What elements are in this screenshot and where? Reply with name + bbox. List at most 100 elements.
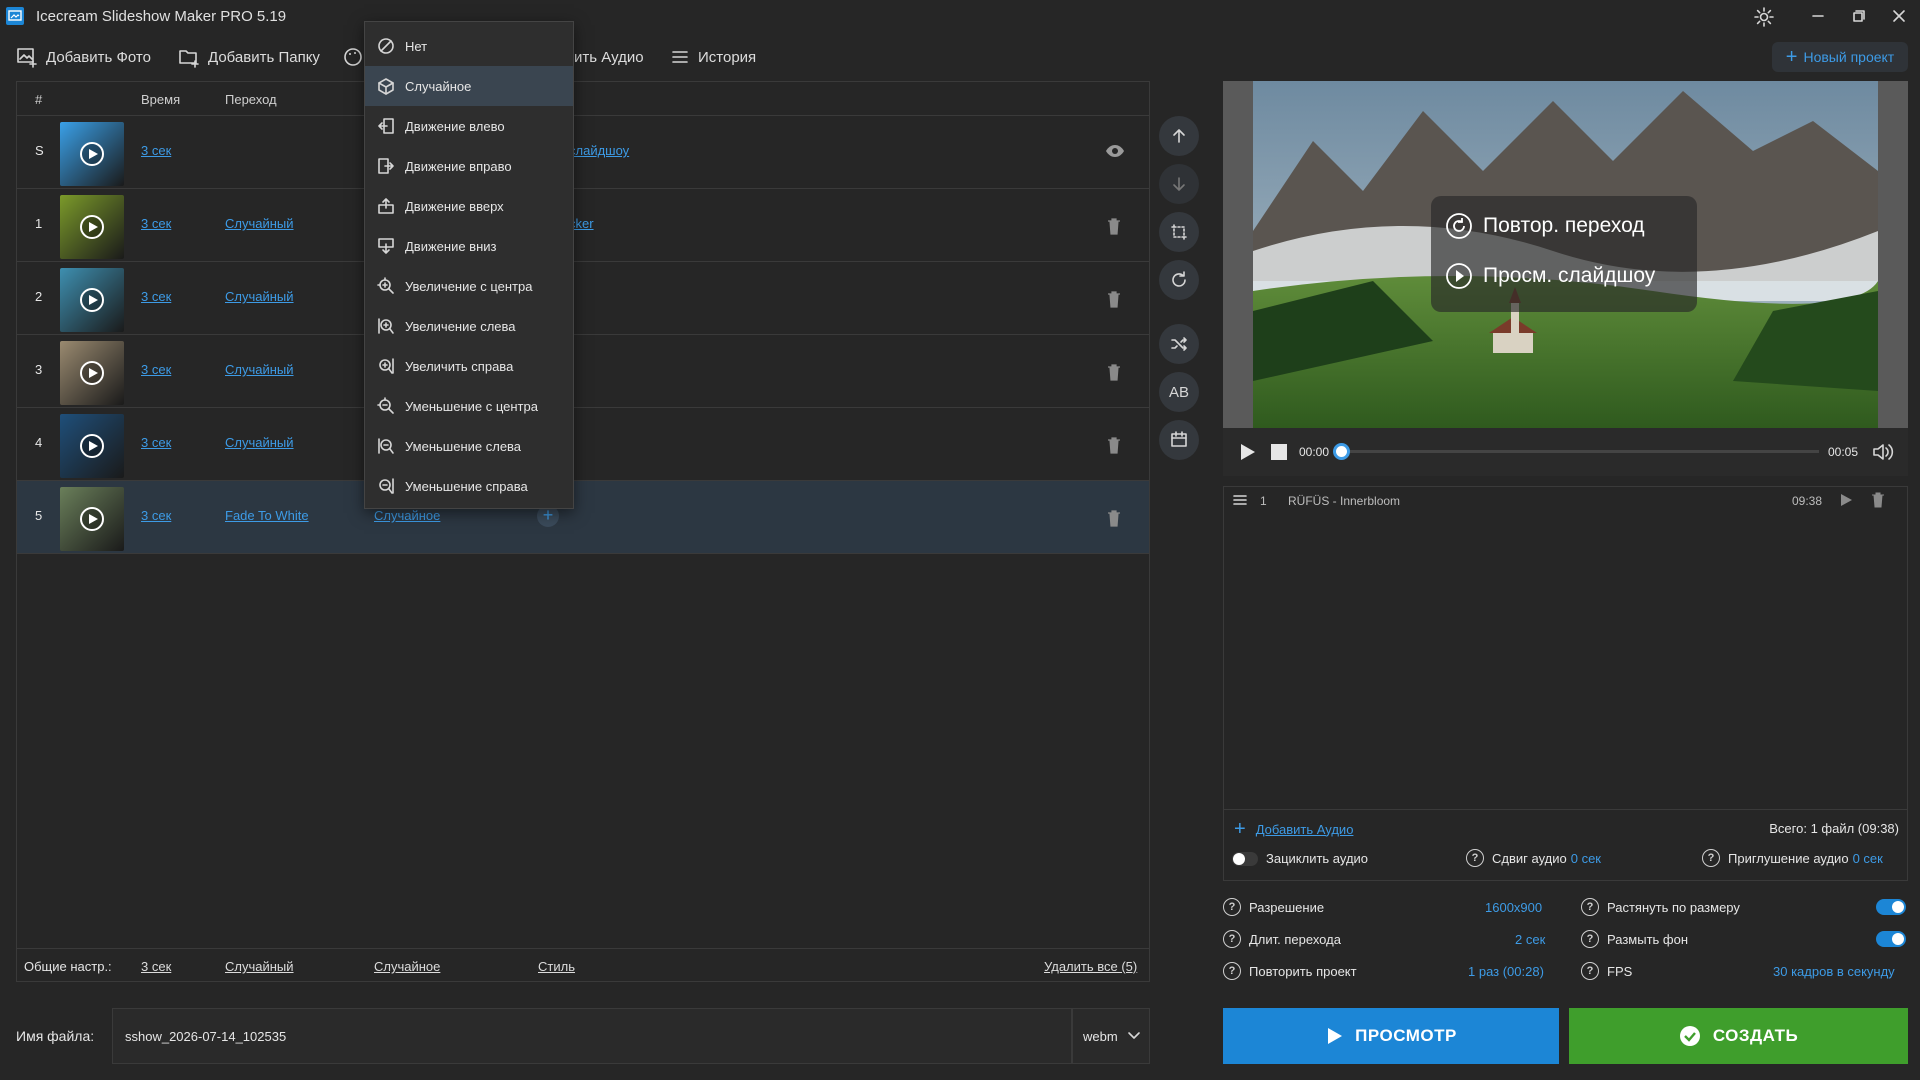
eye-icon[interactable] (1105, 143, 1125, 159)
row-transition-link[interactable]: Случайный (225, 289, 294, 304)
row-effect-link[interactable]: Случайное (374, 508, 440, 523)
audio-track-row[interactable]: 1 RÜFÜS - Innerbloom 09:38 (1224, 487, 1907, 513)
blur-background-toggle[interactable] (1876, 931, 1906, 947)
row-transition-link[interactable]: Случайный (225, 362, 294, 377)
volume-icon[interactable] (1871, 440, 1895, 464)
help-icon[interactable]: ? (1223, 962, 1241, 980)
shuffle-button[interactable] (1159, 324, 1199, 364)
table-row[interactable]: S 3 сек слайдшоу (17, 116, 1149, 189)
slide-thumbnail[interactable] (60, 487, 124, 551)
help-icon[interactable]: ? (1466, 849, 1484, 867)
move-down-button[interactable] (1159, 164, 1199, 204)
add-folder-button[interactable]: Добавить Папку (178, 46, 320, 68)
trash-icon[interactable] (1105, 216, 1123, 236)
row-time-link[interactable]: 3 сек (141, 362, 171, 377)
help-icon[interactable]: ? (1581, 930, 1599, 948)
minimize-icon[interactable] (1810, 8, 1826, 24)
drag-handle-icon[interactable] (1232, 493, 1248, 507)
general-effect-link[interactable]: Случайное (374, 959, 440, 974)
repeat-transition-button[interactable]: Повтор. переход (1445, 212, 1645, 240)
row-time-link[interactable]: 3 сек (141, 508, 171, 523)
play-button[interactable] (1237, 442, 1257, 462)
delete-all-link[interactable]: Удалить все (5) (1044, 959, 1137, 974)
row-time-link[interactable]: 3 сек (141, 289, 171, 304)
row-time-link[interactable]: 3 сек (141, 143, 171, 158)
text-ab-button[interactable]: AB (1159, 372, 1199, 412)
table-row[interactable]: 4 3 сек Случайный (17, 408, 1149, 481)
slide-thumbnail[interactable] (60, 414, 124, 478)
trash-icon[interactable] (1105, 289, 1123, 309)
view-slideshow-button[interactable]: Просм. слайдшоу (1445, 262, 1655, 290)
table-row[interactable]: 3 3 сек Случайный (17, 335, 1149, 408)
rotate-button[interactable] (1159, 260, 1199, 300)
settings-gear-icon[interactable] (1753, 6, 1775, 28)
stretch-toggle[interactable] (1876, 899, 1906, 915)
table-row[interactable]: 53 сек Fade To White Случайное + (17, 481, 1149, 554)
format-select[interactable]: webm (1072, 1008, 1150, 1064)
play-track-icon[interactable] (1838, 492, 1854, 508)
repeat-project-value[interactable]: 1 раз (00:28) (1468, 964, 1544, 979)
transition-duration-value[interactable]: 2 сек (1515, 932, 1545, 947)
seek-thumb[interactable] (1333, 443, 1350, 460)
help-icon[interactable]: ? (1581, 898, 1599, 916)
general-time-link[interactable]: 3 сек (141, 959, 171, 974)
add-audio-button[interactable]: ить Аудио (574, 46, 644, 68)
seek-track[interactable] (1333, 443, 1819, 460)
restore-icon[interactable] (1851, 8, 1867, 24)
trash-icon[interactable] (1105, 362, 1123, 382)
add-audio-link[interactable]: + Добавить Аудио (1234, 819, 1353, 839)
table-row[interactable]: 13 сек Случайный cker (17, 189, 1149, 262)
trash-icon[interactable] (1105, 435, 1123, 455)
dropdown-item[interactable]: Движение влево (365, 106, 573, 146)
trash-icon[interactable] (1105, 508, 1123, 528)
row-time-link[interactable]: 3 сек (141, 435, 171, 450)
slide-thumbnail[interactable] (60, 122, 124, 186)
dropdown-item[interactable]: Движение вниз (365, 226, 573, 266)
move-up-button[interactable] (1159, 116, 1199, 156)
dropdown-item[interactable]: Нет (365, 26, 573, 66)
fps-value[interactable]: 30 кадров в секунду (1773, 964, 1895, 979)
dropdown-item[interactable]: Увеличить справа (365, 346, 573, 386)
play-circle-icon[interactable] (80, 507, 104, 531)
dropdown-item[interactable]: Движение вправо (365, 146, 573, 186)
row-transition-link[interactable]: Fade To White (225, 508, 309, 523)
table-row[interactable]: 2 3 сек Случайный (17, 262, 1149, 335)
play-circle-icon[interactable] (80, 434, 104, 458)
dropdown-item[interactable]: Увеличение с центра (365, 266, 573, 306)
resolution-value[interactable]: 1600x900 (1485, 900, 1542, 915)
loop-audio-toggle[interactable] (1232, 851, 1258, 866)
dropdown-item[interactable]: Уменьшение слева (365, 426, 573, 466)
calendar-button[interactable] (1159, 420, 1199, 460)
play-circle-icon[interactable] (80, 142, 104, 166)
row-time-link[interactable]: 3 сек (141, 216, 171, 231)
help-icon[interactable]: ? (1581, 962, 1599, 980)
audio-shift-value[interactable]: 0 сек (1571, 851, 1601, 866)
dropdown-item[interactable]: Движение вверх (365, 186, 573, 226)
history-button[interactable]: История (670, 46, 756, 68)
trash-icon[interactable] (1870, 491, 1886, 509)
close-icon[interactable] (1891, 8, 1907, 24)
help-icon[interactable]: ? (1223, 898, 1241, 916)
add-photo-button[interactable]: Добавить Фото (16, 46, 151, 68)
row-transition-link[interactable]: Случайный (225, 435, 294, 450)
style-palette-button[interactable] (342, 46, 364, 68)
crop-button[interactable] (1159, 212, 1199, 252)
new-project-button[interactable]: + Новый проект (1772, 42, 1908, 72)
preview-button[interactable]: ПРОСМОТР (1223, 1008, 1559, 1064)
general-transition-link[interactable]: Случайный (225, 959, 294, 974)
dropdown-item[interactable]: Случайное (365, 66, 573, 106)
play-circle-icon[interactable] (80, 361, 104, 385)
slide-thumbnail[interactable] (60, 268, 124, 332)
play-circle-icon[interactable] (80, 288, 104, 312)
dropdown-item[interactable]: Уменьшение с центра (365, 386, 573, 426)
filename-field[interactable]: sshow_2026-07-14_102535 (112, 1008, 1072, 1064)
dropdown-item[interactable]: Увеличение слева (365, 306, 573, 346)
create-button[interactable]: СОЗДАТЬ (1569, 1008, 1908, 1064)
help-icon[interactable]: ? (1702, 849, 1720, 867)
row-effect-link[interactable]: слайдшоу (569, 143, 629, 158)
slide-thumbnail[interactable] (60, 341, 124, 405)
help-icon[interactable]: ? (1223, 930, 1241, 948)
dropdown-item[interactable]: Уменьшение справа (365, 466, 573, 506)
play-circle-icon[interactable] (80, 215, 104, 239)
stop-button[interactable] (1271, 444, 1287, 460)
